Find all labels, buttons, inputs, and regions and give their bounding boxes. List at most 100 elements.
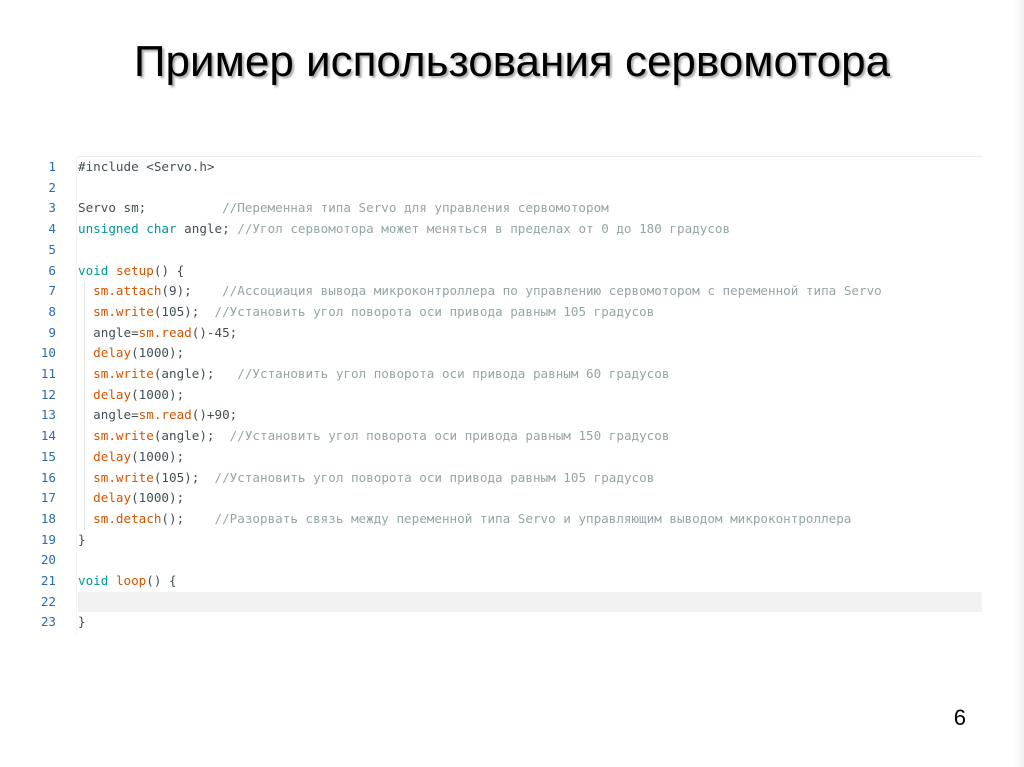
line-number: 6 (48, 262, 56, 278)
code-line[interactable]: 3 Servo sm; //Переменная типа Servo для у… (28, 198, 982, 219)
line-number: 18 (40, 510, 56, 526)
code-token-txt: angle= (78, 324, 139, 340)
code-token-fn: sm.read (138, 407, 192, 423)
code-line[interactable]: 18 sm.detach(); //Разорвать связь между … (28, 509, 982, 530)
code-line[interactable]: 13 angle=sm.read()+90; (28, 405, 982, 426)
code-token-kw: void (78, 262, 109, 278)
line-number: 23 (40, 614, 56, 630)
code-line[interactable]: 12 delay(1000); (28, 385, 982, 406)
code-token-txt: (); (161, 510, 215, 526)
code-line[interactable]: 23} (28, 612, 982, 633)
code-text: delay(1000); (78, 447, 982, 468)
code-token-txt: ()+90; (191, 407, 238, 423)
code-token-txt: angle; (176, 221, 238, 237)
slide-edge-shadow (1014, 0, 1024, 767)
code-line[interactable]: 5 (28, 240, 982, 261)
code-line[interactable]: 17 delay(1000); (28, 488, 982, 509)
code-token-txt: () { (153, 262, 185, 278)
code-token-txt: (9); (161, 283, 223, 299)
page-number: 6 (953, 705, 966, 730)
code-token-fn: delay (93, 386, 132, 402)
line-number: 22 (40, 593, 56, 609)
code-token-fn: delay (93, 345, 132, 361)
code-text: unsigned char angle; //Угол сервомотора … (78, 219, 982, 240)
line-number: 10 (40, 345, 56, 361)
code-token-fn: sm.write (93, 469, 154, 485)
code-token-txt: (angle); (153, 366, 238, 381)
code-text: delay(1000); (78, 343, 982, 364)
code-line[interactable]: 22 (28, 591, 982, 613)
code-text: void setup() { (78, 261, 982, 282)
code-text: sm.write(105); //Установить угол поворот… (78, 302, 982, 323)
code-text: sm.write(angle); //Установить угол повор… (78, 426, 982, 447)
code-line[interactable]: 8 sm.write(105); //Установить угол повор… (28, 302, 982, 323)
code-token-fn: delay (93, 448, 132, 464)
code-text: sm.detach(); //Разорвать связь между пер… (78, 509, 982, 530)
code-text: void loop() { (78, 571, 982, 592)
line-number: 20 (40, 552, 56, 568)
code-line[interactable]: 14 sm.write(angle); //Установить угол по… (28, 426, 982, 447)
line-number: 2 (48, 179, 56, 195)
line-number: 16 (40, 469, 56, 485)
code-text: sm.write(angle); //Установить угол повор… (78, 364, 982, 385)
code-line[interactable]: 20 (28, 550, 982, 571)
code-token-txt: (angle); (153, 428, 230, 444)
line-number: 9 (48, 324, 56, 340)
indent-guide (84, 281, 85, 530)
code-text: sm.attach(9); //Ассоциация вывода микрок… (78, 281, 982, 302)
code-text (78, 591, 982, 613)
code-text: } (78, 612, 982, 633)
code-token-txt: #include <Servo.h> (78, 159, 215, 174)
code-token-txt: } (78, 531, 86, 547)
code-token-txt: angle= (78, 407, 139, 423)
code-text: sm.write(105); //Установить угол поворот… (78, 468, 982, 489)
code-line[interactable]: 2 (28, 178, 982, 199)
code-line[interactable]: 7 sm.attach(9); //Ассоциация вывода микр… (28, 281, 982, 302)
line-number: 19 (40, 531, 56, 547)
code-token-fn: sm.write (93, 366, 154, 381)
code-token-fn: sm.detach (93, 510, 162, 526)
code-text: delay(1000); (78, 385, 982, 406)
code-line[interactable]: 9 angle=sm.read()-45; (28, 323, 982, 344)
code-line[interactable]: 10 delay(1000); (28, 343, 982, 364)
code-line[interactable]: 19} (28, 530, 982, 551)
code-token-fn: sm.write (93, 303, 154, 319)
code-line[interactable]: 11 sm.write(angle); //Установить угол по… (28, 364, 982, 385)
code-line[interactable]: 16 sm.write(105); //Установить угол пово… (28, 468, 982, 489)
code-editor[interactable]: 1 #include <Servo.h> 2 3 Servo sm; //Перемен… (28, 156, 982, 636)
code-token-txt: (1000); (131, 345, 185, 361)
line-number: 11 (40, 366, 56, 381)
code-token-txt: (1000); (131, 448, 185, 464)
code-text: angle=sm.read()+90; (78, 405, 982, 426)
code-line[interactable]: 1 #include <Servo.h> (28, 157, 982, 178)
code-line[interactable]: 15 delay(1000); (28, 447, 982, 468)
line-number: 21 (40, 573, 56, 588)
slide-title: Пример использования сервомотора (133, 37, 891, 86)
line-number: 5 (48, 241, 56, 257)
code-line[interactable]: 4 unsigned char angle; //Угол сервомотора… (28, 219, 982, 240)
code-text: } (78, 530, 982, 551)
code-token-cmt: //Переменная типа Servo для управления с… (222, 200, 609, 216)
code-line[interactable]: 21 void loop() { (28, 571, 982, 592)
code-token-cmt: //Разорвать связь между переменной типа … (214, 510, 852, 526)
code-token-cmt: //Ассоциация вывода микроконтроллера по … (222, 283, 882, 299)
code-token-txt: (1000); (131, 490, 185, 506)
code-token-txt: (105); (153, 303, 215, 319)
line-number: 13 (40, 407, 56, 423)
code-text: angle=sm.read()-45; (78, 323, 982, 344)
code-token-fn: sm.attach (93, 283, 162, 299)
code-token-txt: (105); (153, 469, 215, 485)
code-line[interactable]: 6 void setup() { (28, 261, 982, 282)
line-number: 15 (40, 448, 56, 464)
line-number: 7 (48, 283, 56, 299)
